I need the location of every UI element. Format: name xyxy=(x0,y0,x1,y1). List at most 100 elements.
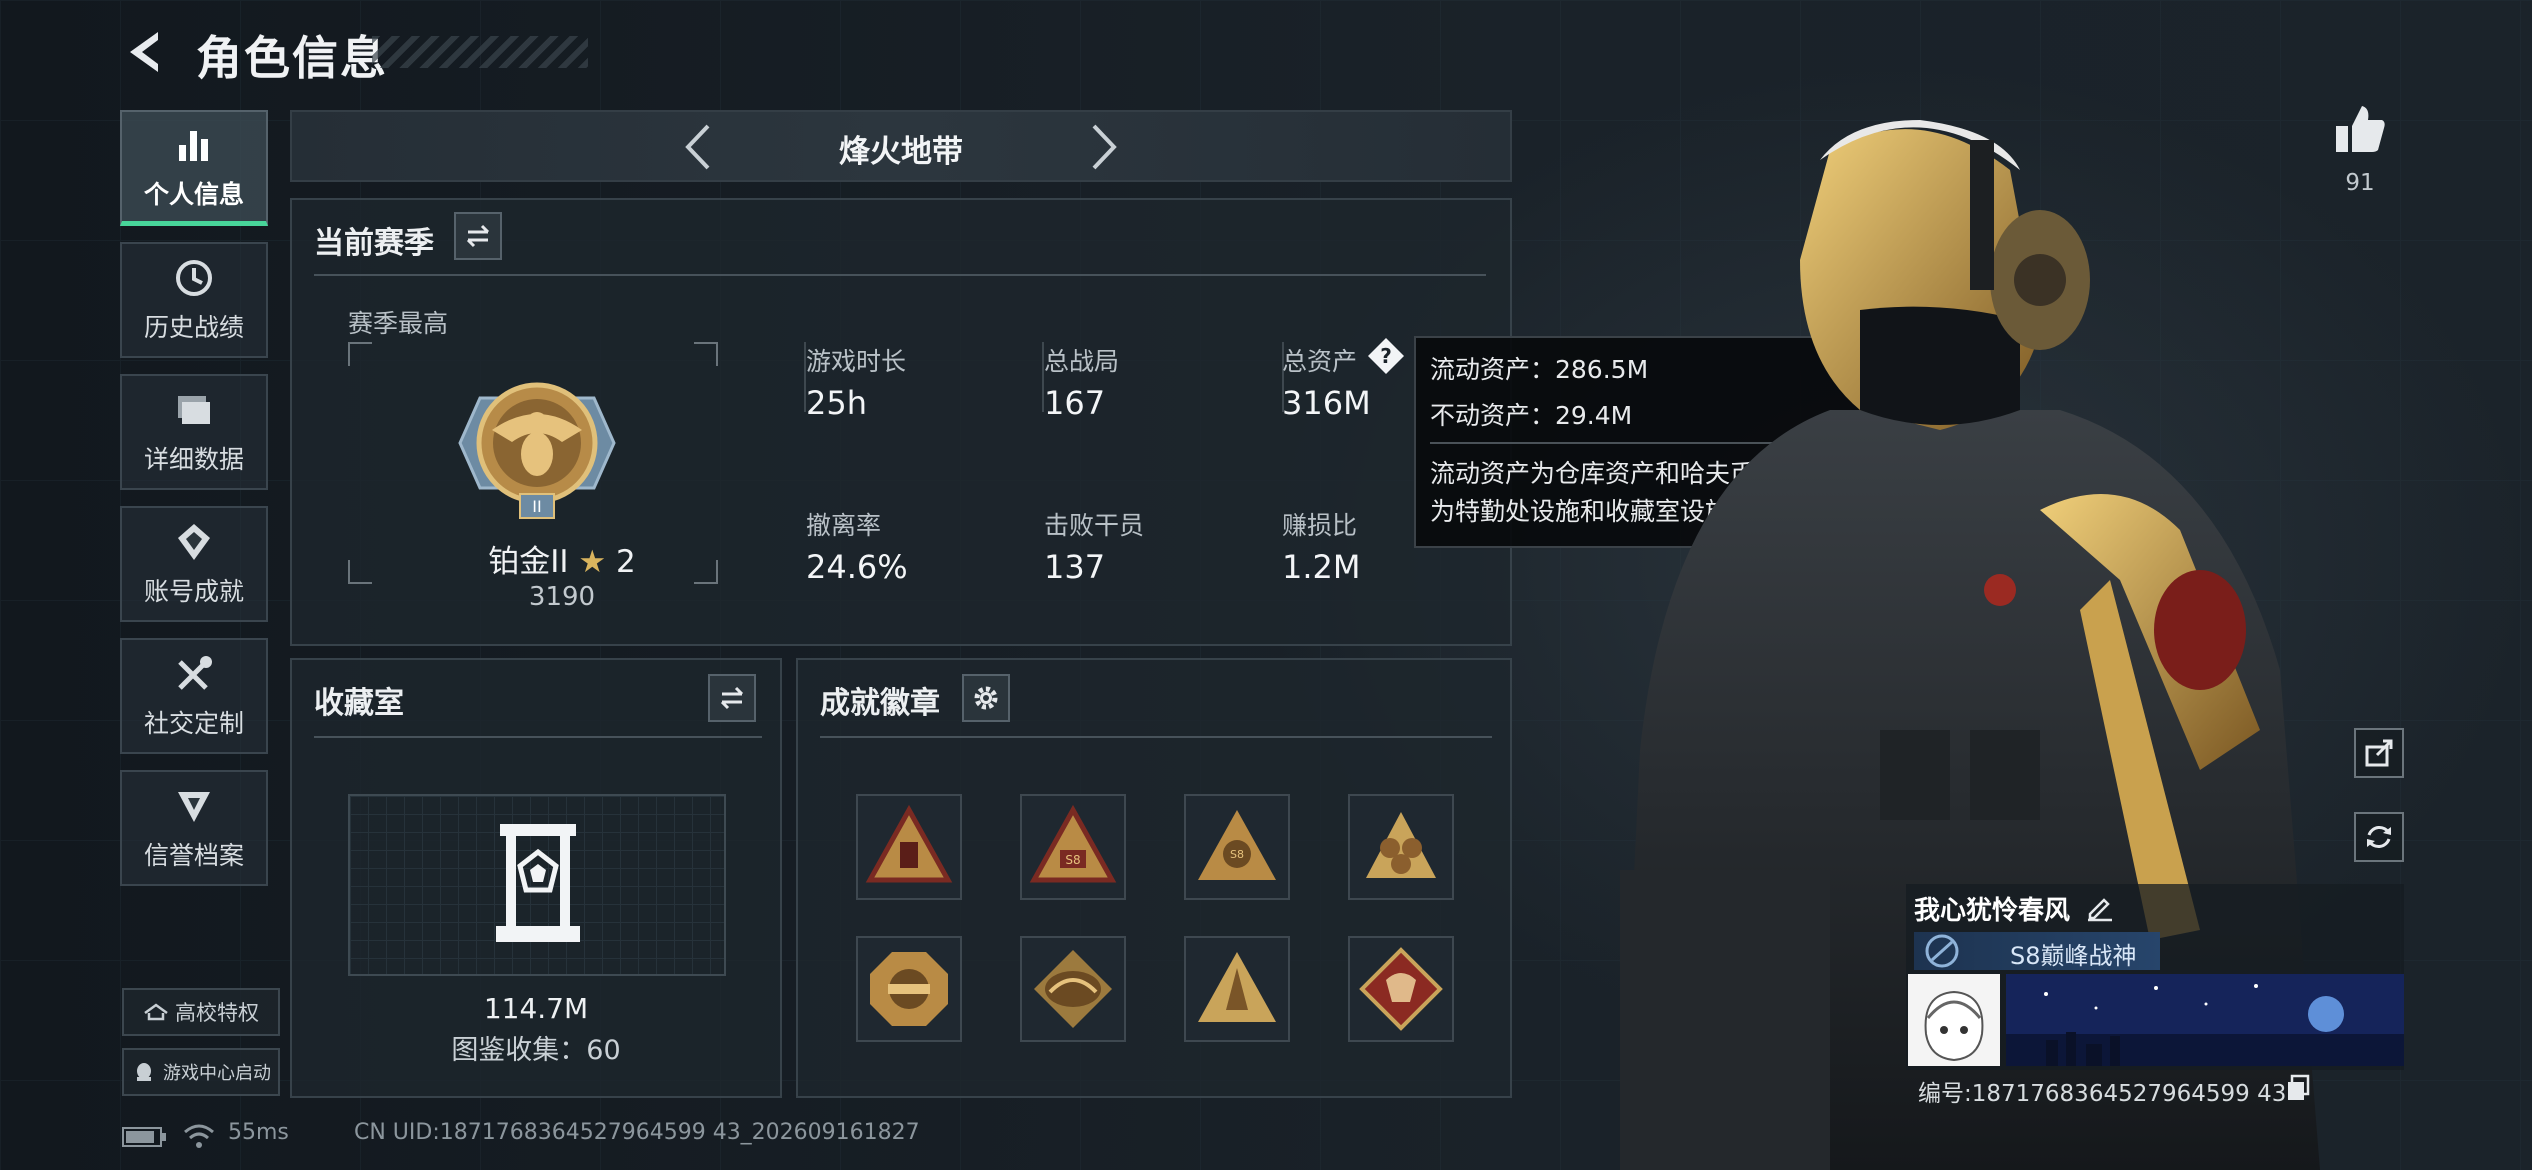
share-button[interactable] xyxy=(2354,728,2404,778)
sidebar-item-history[interactable]: 历史战绩 xyxy=(120,242,268,358)
battery-icon xyxy=(122,1127,166,1147)
season-section-title: 当前赛季 xyxy=(314,226,434,261)
wifi-icon xyxy=(184,1124,214,1148)
sidebar-item-credit[interactable]: 信誉档案 xyxy=(120,770,268,886)
achievement-badge[interactable]: S8 xyxy=(1184,794,1290,900)
ping-text: 55ms xyxy=(228,1120,289,1145)
sidebar-item-label: 历史战绩 xyxy=(143,313,244,342)
refresh-button[interactable] xyxy=(2354,812,2404,862)
sidebar-item-detailed-data[interactable]: 详细数据 xyxy=(120,374,268,490)
campus-label: 高校特权 xyxy=(175,1001,259,1025)
player-number: 编号:1871768364527964599 43 xyxy=(1918,1081,2287,1107)
collection-preview[interactable] xyxy=(348,794,726,976)
frame-corner xyxy=(694,560,718,584)
section-divider xyxy=(820,736,1492,738)
mode-selector: 烽火地带 xyxy=(290,110,1512,182)
section-divider xyxy=(314,274,1486,276)
achievement-badge[interactable] xyxy=(1348,936,1454,1042)
achievement-badges-panel: 成就徽章 S8 S8 xyxy=(796,658,1512,1098)
stat-label: 游戏时长 xyxy=(806,347,907,376)
collection-section-title: 收藏室 xyxy=(314,686,404,721)
season-best-label: 赛季最高 xyxy=(348,309,449,338)
stat-label: 撤离率 xyxy=(806,511,882,540)
stat-value: 167 xyxy=(1044,384,1106,422)
game-center-launch-button[interactable]: 游戏中心启动 xyxy=(122,1048,280,1096)
swap-icon xyxy=(466,224,490,248)
character-info-screen: 角色信息 个人信息 历史战绩 详细数据 账号成就 社交定制 信誉档案 高校特权 … xyxy=(0,0,2532,1170)
frame-corner xyxy=(348,342,372,366)
stat-value: 25h xyxy=(806,384,867,422)
copy-icon[interactable] xyxy=(2284,1074,2312,1102)
stat-value: 1.2M xyxy=(1282,548,1361,586)
achievement-badge[interactable] xyxy=(1020,936,1126,1042)
campus-privilege-button[interactable]: 高校特权 xyxy=(122,988,280,1036)
tools-icon xyxy=(178,656,212,690)
badges-section-title: 成就徽章 xyxy=(820,686,940,721)
avatar[interactable] xyxy=(1908,974,2000,1066)
sidebar-item-label: 社交定制 xyxy=(143,709,244,738)
title-emblem-icon xyxy=(1925,934,1959,968)
rank-stars: 2 xyxy=(616,544,636,580)
star-icon: ★ xyxy=(578,544,607,580)
sidebar-item-label: 账号成就 xyxy=(143,577,244,606)
swap-icon xyxy=(720,686,744,710)
rank-name-row: 铂金II ★ 2 xyxy=(462,536,662,581)
refresh-icon xyxy=(2367,826,2391,848)
sidebar-item-achievements[interactable]: 账号成就 xyxy=(120,506,268,622)
folder-icon xyxy=(178,396,210,424)
campus-icon xyxy=(144,1003,168,1021)
profile-banner xyxy=(2006,974,2404,1066)
achievement-badge[interactable] xyxy=(1184,936,1290,1042)
sidebar-item-label: 详细数据 xyxy=(143,445,244,474)
platinum-rank-emblem: II xyxy=(458,382,616,519)
collection-panel: 收藏室 114.7M 图鉴收集：60 xyxy=(290,658,782,1098)
stat-label: 赚损比 xyxy=(1282,511,1358,540)
sidebar-item-personal-info[interactable]: 个人信息 xyxy=(120,110,268,226)
uid-text: CN UID:1871768364527964599 43_2026091618… xyxy=(354,1120,920,1145)
page-title: 角色信息 xyxy=(196,31,388,85)
section-divider xyxy=(314,736,762,738)
sidebar-item-social[interactable]: 社交定制 xyxy=(120,638,268,754)
stat-label: 击败干员 xyxy=(1044,511,1145,540)
achievement-badge[interactable] xyxy=(1348,794,1454,900)
launch-label: 游戏中心启动 xyxy=(163,1063,271,1084)
stat-value: 316M xyxy=(1282,384,1371,422)
edit-icon[interactable] xyxy=(2084,892,2114,922)
svg-text:II: II xyxy=(532,497,541,516)
collection-value: 114.7M xyxy=(483,992,589,1025)
svg-text:?: ? xyxy=(1380,344,1392,368)
collection-switch-button[interactable] xyxy=(708,674,756,722)
frame-corner xyxy=(694,342,718,366)
chevron-right-icon[interactable] xyxy=(1084,120,1124,174)
achievement-badge[interactable] xyxy=(856,936,962,1042)
stat-value: 137 xyxy=(1044,548,1106,586)
back-arrow-icon[interactable] xyxy=(118,26,170,78)
svg-text:S8: S8 xyxy=(1065,853,1080,867)
current-season-panel: 当前赛季 赛季最高 II 铂金II ★ 2 3190 游戏时长 25h 总战局 … xyxy=(290,198,1512,646)
collection-count: 图鉴收集：60 xyxy=(451,1035,621,1066)
season-switch-button[interactable] xyxy=(454,212,502,260)
sidebar-item-label: 信誉档案 xyxy=(143,841,244,870)
qq-icon xyxy=(137,1063,151,1081)
gear-icon xyxy=(974,686,998,710)
achievement-badge[interactable]: S8 xyxy=(1020,794,1126,900)
rank-name: 铂金II xyxy=(488,544,569,580)
stat-value: 24.6% xyxy=(806,548,908,586)
share-icon xyxy=(2365,739,2393,767)
badge-settings-button[interactable] xyxy=(962,674,1010,722)
rank-score: 3190 xyxy=(528,582,596,612)
mode-title: 烽火地带 xyxy=(839,134,963,170)
stat-label: 总战局 xyxy=(1044,347,1120,376)
likes-count: 91 xyxy=(2345,170,2375,196)
clock-icon xyxy=(176,260,212,296)
sidebar-item-label: 个人信息 xyxy=(143,179,244,209)
display-case-icon xyxy=(496,824,580,942)
stat-label: 总资产 xyxy=(1282,347,1358,376)
header-decoration xyxy=(372,36,588,68)
credit-icon xyxy=(178,792,210,822)
achievement-badge[interactable] xyxy=(856,794,962,900)
total-assets-help-icon[interactable]: ? xyxy=(1366,336,1406,376)
frame-corner xyxy=(348,560,372,584)
thumbs-up-icon[interactable] xyxy=(2332,102,2388,158)
player-name: 我心犹怜春风 xyxy=(1914,896,2071,926)
